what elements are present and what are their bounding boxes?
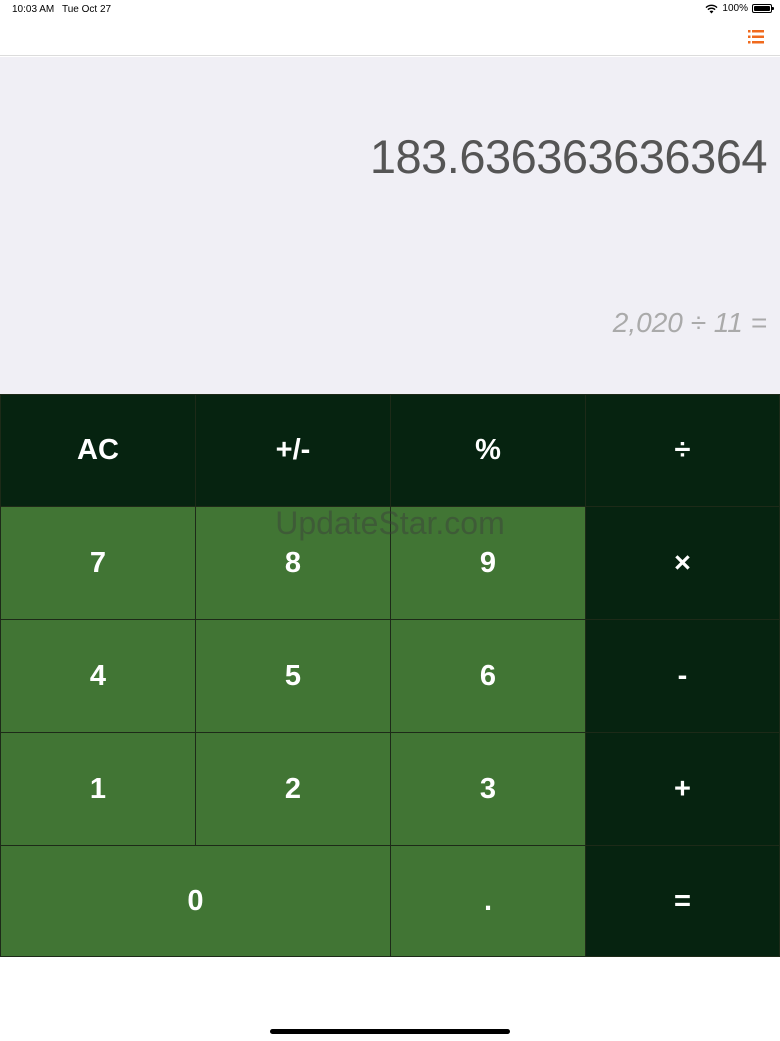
digit-3-button[interactable]: 3 [390,732,586,846]
digit-4-button[interactable]: 4 [0,619,196,733]
battery-icon [752,4,774,13]
subtract-button[interactable]: - [585,619,780,733]
digit-9-button[interactable]: 9 [390,506,586,620]
digit-5-button[interactable]: 5 [195,619,391,733]
wifi-icon [705,4,718,14]
divide-button[interactable]: ÷ [585,394,780,507]
digit-0-button[interactable]: 0 [0,845,391,957]
result-value: 183.636363636364 [369,130,768,183]
nav-bar [0,20,780,56]
digit-6-button[interactable]: 6 [390,619,586,733]
calculator-display: 183.636363636364 2,020 ÷ 11 = [0,57,780,394]
keypad: AC +/- % ÷ 7 8 9 × 4 5 6 - 1 2 3 + 0 . = [0,394,780,957]
battery-percent: 100% [722,3,748,14]
digit-2-button[interactable]: 2 [195,732,391,846]
status-bar: 10:03 AM Tue Oct 27 100% [0,0,780,20]
multiply-button[interactable]: × [585,506,780,620]
decimal-button[interactable]: . [390,845,586,957]
expression-text: 2,020 ÷ 11 = [612,307,767,338]
percent-button[interactable]: % [390,394,586,507]
equals-button[interactable]: = [585,845,780,957]
digit-7-button[interactable]: 7 [0,506,196,620]
status-time: 10:03 AM [12,4,55,15]
add-button[interactable]: + [585,732,780,846]
digit-1-button[interactable]: 1 [0,732,196,846]
status-date: Tue Oct 27 [62,4,112,15]
home-indicator[interactable] [270,1029,510,1034]
history-list-icon[interactable] [746,28,766,46]
status-indicators: 100% [705,3,774,14]
negate-button[interactable]: +/- [195,394,391,507]
digit-8-button[interactable]: 8 [195,506,391,620]
clear-button[interactable]: AC [0,394,196,507]
